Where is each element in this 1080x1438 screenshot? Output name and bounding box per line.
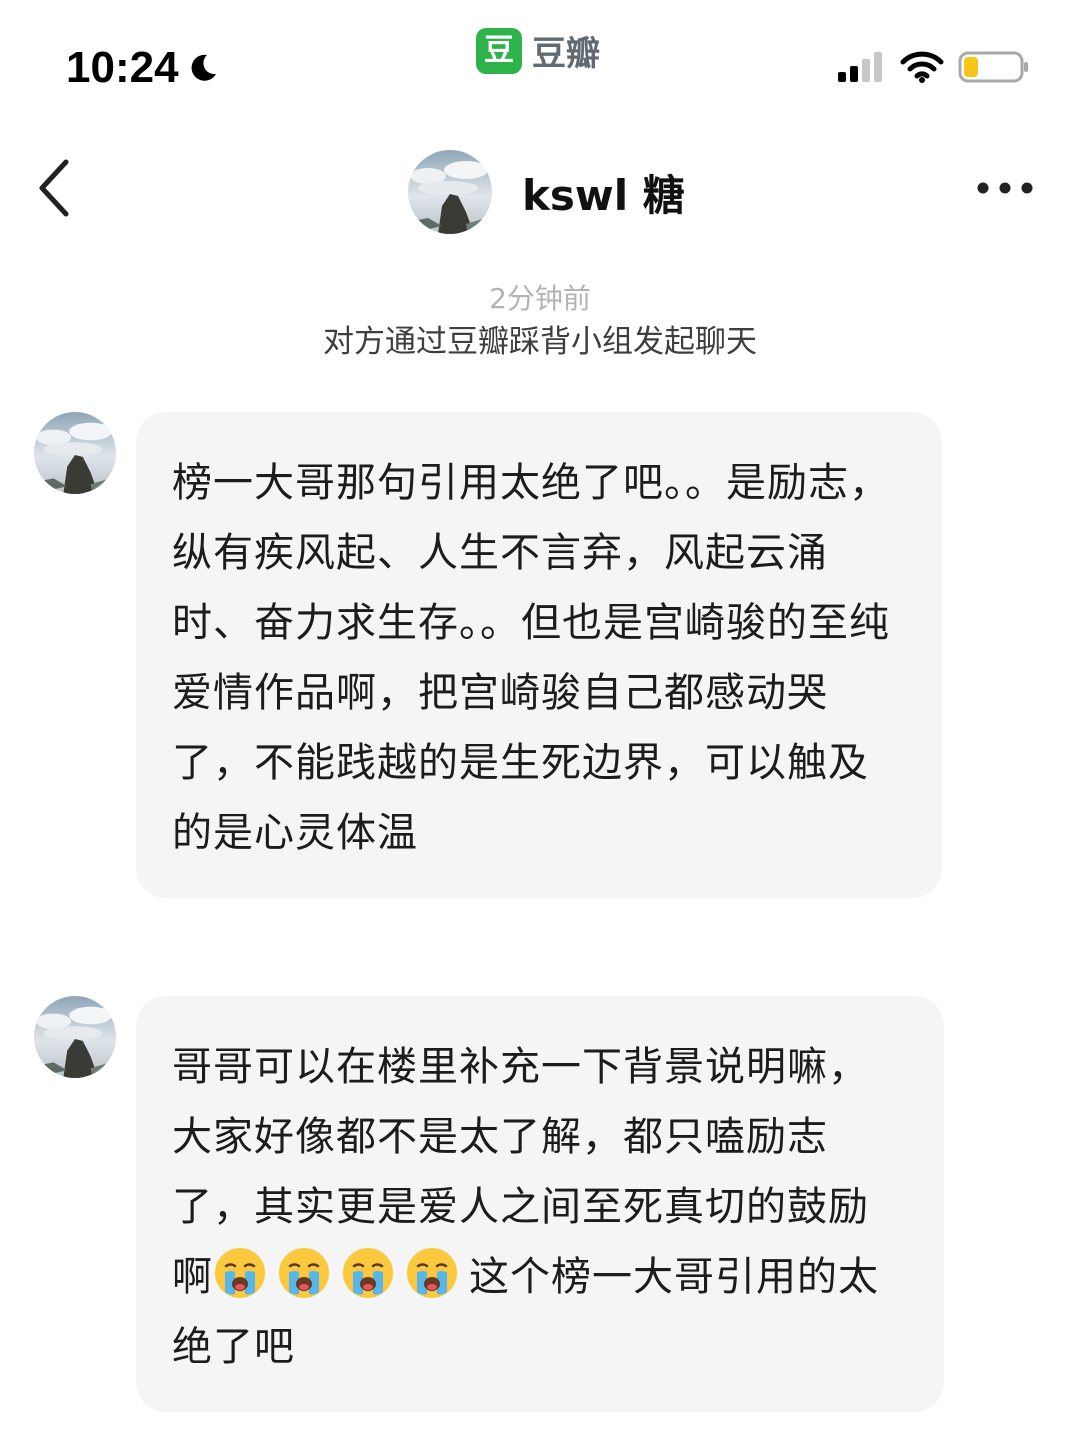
avatar[interactable] bbox=[34, 996, 116, 1078]
avatar[interactable] bbox=[34, 412, 116, 494]
wifi-icon bbox=[900, 51, 944, 83]
status-time: 10:24 bbox=[66, 43, 179, 92]
loudly-crying-face-icon bbox=[407, 1248, 457, 1298]
chat-header: kswl 糖 bbox=[0, 140, 1080, 240]
contact-name: kswl 糖 bbox=[522, 170, 685, 220]
avatar[interactable] bbox=[408, 150, 492, 234]
system-notice: 2分钟前 对方通过豆瓣踩背小组发起聊天 bbox=[0, 278, 1080, 364]
emoji-group bbox=[213, 1248, 469, 1300]
loudly-crying-face-icon bbox=[279, 1248, 329, 1298]
message-bubble[interactable]: 榜一大哥那句引用太绝了吧。。是励志，纵有疾风起、人生不言弃，风起云涌时、奋力求生… bbox=[136, 412, 942, 898]
clock-group: 10:24 bbox=[66, 42, 219, 94]
loudly-crying-face-icon bbox=[215, 1248, 265, 1298]
douban-logo-icon: 豆 bbox=[476, 27, 522, 74]
message-text: 榜一大哥那句引用太绝了吧。。是励志，纵有疾风起、人生不言弃，风起云涌时、奋力求生… bbox=[172, 460, 890, 856]
signal-icon bbox=[838, 52, 882, 82]
app-name: 豆瓣 bbox=[532, 34, 600, 74]
message-bubble[interactable]: 哥哥可以在楼里补充一下背景说明嘛，大家好像都不是太了解，都只嗑励志了，其实更是爱… bbox=[136, 996, 944, 1412]
battery-icon bbox=[958, 51, 1028, 83]
more-icon[interactable] bbox=[976, 176, 1034, 200]
chat-title[interactable]: kswl 糖 bbox=[408, 150, 685, 234]
app-indicator: 豆 豆瓣 bbox=[476, 26, 600, 75]
loudly-crying-face-icon bbox=[343, 1248, 393, 1298]
message-item: 哥哥可以在楼里补充一下背景说明嘛，大家好像都不是太了解，都只嗑励志了，其实更是爱… bbox=[34, 996, 944, 1412]
message-item: 榜一大哥那句引用太绝了吧。。是励志，纵有疾风起、人生不言弃，风起云涌时、奋力求生… bbox=[34, 412, 942, 898]
moon-icon bbox=[191, 54, 216, 81]
back-arrow-icon[interactable] bbox=[30, 156, 80, 220]
system-icons bbox=[836, 50, 1030, 84]
notice-timestamp: 2分钟前 bbox=[489, 282, 591, 315]
status-bar: 10:24 豆 豆瓣 bbox=[0, 0, 1080, 120]
notice-text: 对方通过豆瓣踩背小组发起聊天 bbox=[323, 324, 757, 360]
